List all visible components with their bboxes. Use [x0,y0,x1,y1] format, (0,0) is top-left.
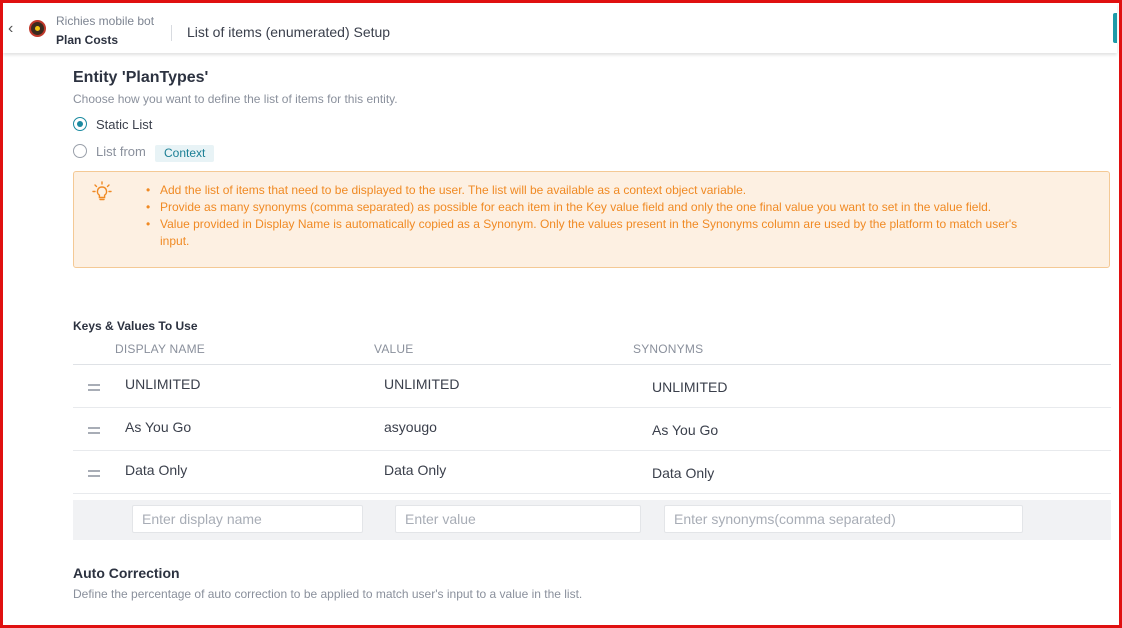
table-row[interactable]: UNLIMITED UNLIMITED UNLIMITED [73,365,1111,408]
cell-synonyms[interactable]: Data Only [652,465,714,481]
synonyms-input[interactable] [664,505,1023,533]
setup-title: List of items (enumerated) Setup [187,24,391,40]
table-row[interactable]: Data Only Data Only Data Only [73,451,1111,494]
static-list-radio[interactable] [73,117,87,131]
cell-synonyms[interactable]: UNLIMITED [652,379,727,395]
value-input[interactable] [395,505,641,533]
table-row[interactable]: As You Go asyougo As You Go [73,408,1111,451]
info-bullets: Add the list of items that need to be di… [146,182,1026,250]
context-tag[interactable]: Context [155,145,215,162]
cell-synonyms[interactable]: As You Go [652,422,718,438]
bot-avatar [29,20,46,37]
column-header-synonyms: SYNONYMS [633,342,704,356]
drag-handle-icon[interactable] [88,470,100,477]
cell-value[interactable]: Data Only [384,462,446,478]
auto-correction-title: Auto Correction [73,565,180,581]
bot-name: Richies mobile bot [56,14,155,28]
info-bullet: Provide as many synonyms (comma separate… [146,199,1026,216]
cell-display-name[interactable]: As You Go [125,419,191,435]
top-header: ‹ Richies mobile bot Plan Costs List of … [3,3,1117,53]
cell-display-name[interactable]: UNLIMITED [125,376,200,392]
display-name-input[interactable] [132,505,363,533]
info-bullet: Add the list of items that need to be di… [146,182,1026,199]
entity-title: Entity 'PlanTypes' [73,69,209,86]
side-panel-tab[interactable] [1113,13,1117,43]
entity-subtitle: Choose how you want to define the list o… [73,92,398,106]
column-header-display-name: DISPLAY NAME [115,342,205,356]
cell-value[interactable]: UNLIMITED [384,376,459,392]
keys-values-title: Keys & Values To Use [73,319,198,333]
header-divider [171,25,172,41]
list-from-label[interactable]: List from [96,144,146,159]
info-box: Add the list of items that need to be di… [73,171,1110,268]
cell-value[interactable]: asyougo [384,419,437,435]
dialog-name: Plan Costs [56,33,119,47]
lightbulb-icon [92,181,112,201]
list-from-radio[interactable] [73,144,87,158]
cell-display-name[interactable]: Data Only [125,462,187,478]
add-item-row [73,500,1111,540]
drag-handle-icon[interactable] [88,384,100,391]
column-header-value: VALUE [374,342,414,356]
chevron-left-icon[interactable]: ‹ [8,20,20,38]
info-bullet: Value provided in Display Name is automa… [146,216,1026,250]
auto-correction-subtitle: Define the percentage of auto correction… [73,587,583,601]
drag-handle-icon[interactable] [88,427,100,434]
static-list-label[interactable]: Static List [96,117,152,132]
